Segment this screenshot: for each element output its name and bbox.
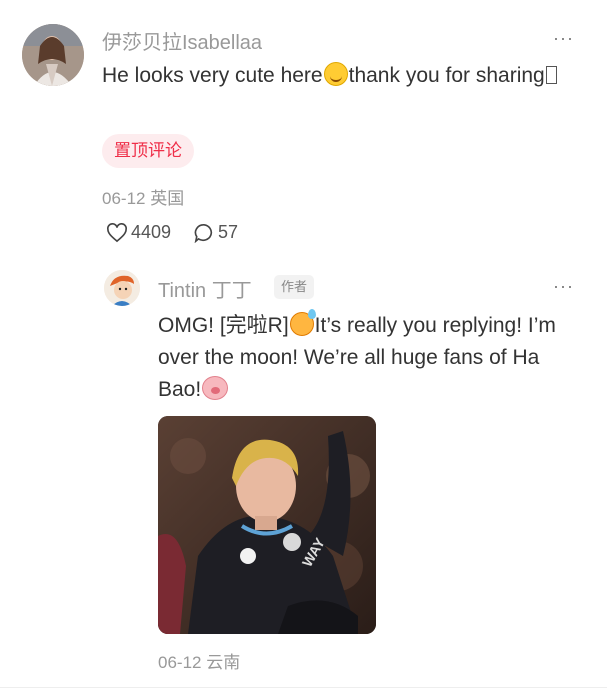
comment-text: He looks very cute here thank you for sha… bbox=[102, 60, 562, 91]
reply-count: 57 bbox=[218, 222, 239, 242]
smiling-emoji-icon bbox=[323, 62, 348, 86]
reply-button[interactable]: 57 bbox=[193, 222, 238, 243]
pig-emoji-icon bbox=[202, 376, 229, 400]
comment-username[interactable]: 伊莎贝拉Isabellaa bbox=[102, 26, 262, 55]
comment-thread: 伊莎贝拉Isabellaa ··· He looks very cute her… bbox=[0, 0, 607, 693]
pinned-comment-badge: 置顶评论 bbox=[102, 134, 194, 168]
sweat-emoji-icon bbox=[289, 309, 316, 336]
reply-photo[interactable]: WAY bbox=[158, 416, 376, 634]
reply-date-location: 06-12 云南 bbox=[158, 653, 241, 672]
avatar[interactable] bbox=[22, 24, 84, 86]
like-count: 4409 bbox=[131, 222, 172, 242]
comment-actions: 4409 57 bbox=[106, 222, 260, 243]
reply-username[interactable]: Tintin 丁丁 bbox=[158, 274, 252, 303]
more-options-icon[interactable]: ··· bbox=[553, 28, 574, 49]
reply-text: OMG! [完啦R] It’s really you replying! I’m … bbox=[158, 309, 556, 401]
comment-bubble-icon bbox=[194, 223, 213, 243]
author-badge: 作者 bbox=[274, 275, 315, 299]
comment-date-location: 06-12 英国 bbox=[102, 189, 185, 208]
missing-glyph-icon bbox=[545, 66, 557, 84]
like-button[interactable]: 4409 bbox=[106, 222, 171, 243]
divider bbox=[0, 687, 607, 688]
reply-more-options-icon[interactable]: ··· bbox=[553, 276, 574, 297]
reply-avatar[interactable] bbox=[104, 270, 140, 306]
heart-icon bbox=[107, 222, 127, 242]
